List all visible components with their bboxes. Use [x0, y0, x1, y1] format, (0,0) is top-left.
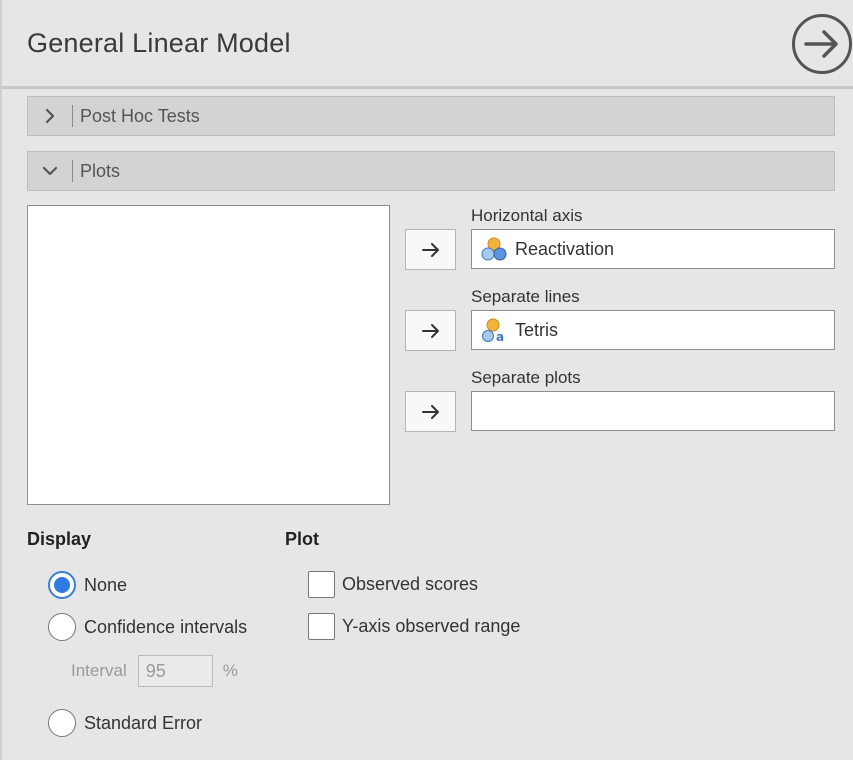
horizontal-axis-label: Horizontal axis: [471, 206, 583, 225]
move-to-separate-plots-button[interactable]: [405, 391, 456, 432]
section-label: Post Hoc Tests: [80, 105, 200, 126]
arrow-right-icon: [421, 242, 439, 257]
section-plots[interactable]: Plots: [27, 151, 835, 191]
radio-button[interactable]: [48, 709, 76, 737]
run-analysis-button[interactable]: [792, 14, 852, 74]
radio-button[interactable]: [48, 571, 76, 599]
observed-scores-option[interactable]: Observed scores: [308, 571, 478, 598]
available-variables-list[interactable]: [27, 205, 390, 505]
checkbox[interactable]: [308, 613, 335, 640]
separate-lines-variable: Tetris: [515, 319, 559, 340]
display-none-option[interactable]: None: [48, 571, 127, 599]
header-divider: [2, 86, 853, 89]
separate-lines-label: Separate lines: [471, 287, 580, 306]
y-axis-observed-range-option[interactable]: Y-axis observed range: [308, 613, 520, 640]
checkbox[interactable]: [308, 571, 335, 598]
chevron-down-icon: [28, 165, 72, 177]
panel-left-edge: [0, 0, 2, 760]
option-label: Y-axis observed range: [342, 616, 521, 636]
radio-button[interactable]: [48, 613, 76, 641]
interval-label: Interval: [71, 661, 127, 680]
section-post-hoc-tests[interactable]: Post Hoc Tests: [27, 96, 835, 136]
separate-plots-field[interactable]: [471, 391, 835, 431]
arrow-right-icon: [421, 404, 439, 419]
horizontal-axis-variable: Reactivation: [515, 238, 615, 259]
nominal-variable-icon: [481, 237, 507, 261]
display-standard-error-option[interactable]: Standard Error: [48, 709, 202, 737]
option-label: Confidence intervals: [84, 616, 248, 637]
arrow-right-circle-icon: [804, 30, 838, 58]
section-label: Plots: [80, 160, 121, 181]
option-label: None: [84, 574, 128, 595]
display-heading: Display: [27, 529, 92, 549]
page-title: General Linear Model: [27, 28, 291, 58]
interval-input[interactable]: [137, 655, 213, 687]
separate-plots-label: Separate plots: [471, 368, 581, 387]
analysis-header: General Linear Model: [2, 0, 853, 88]
horizontal-axis-field[interactable]: Reactivation: [471, 229, 835, 269]
section-separator: [72, 160, 73, 182]
nominal-text-variable-icon: a: [482, 318, 504, 343]
option-label: Standard Error: [84, 712, 203, 733]
svg-text:a: a: [496, 330, 504, 343]
chevron-right-icon: [28, 108, 72, 124]
interval-row: Interval %: [71, 655, 238, 687]
plot-heading: Plot: [285, 529, 319, 549]
display-confidence-intervals-option[interactable]: Confidence intervals: [48, 613, 247, 641]
move-to-separate-lines-button[interactable]: [405, 310, 456, 351]
move-to-horizontal-axis-button[interactable]: [405, 229, 456, 270]
section-separator: [72, 105, 73, 127]
option-label: Observed scores: [342, 574, 479, 594]
arrow-right-icon: [421, 323, 439, 338]
interval-unit: %: [222, 661, 238, 680]
separate-lines-field[interactable]: a Tetris: [471, 310, 835, 350]
